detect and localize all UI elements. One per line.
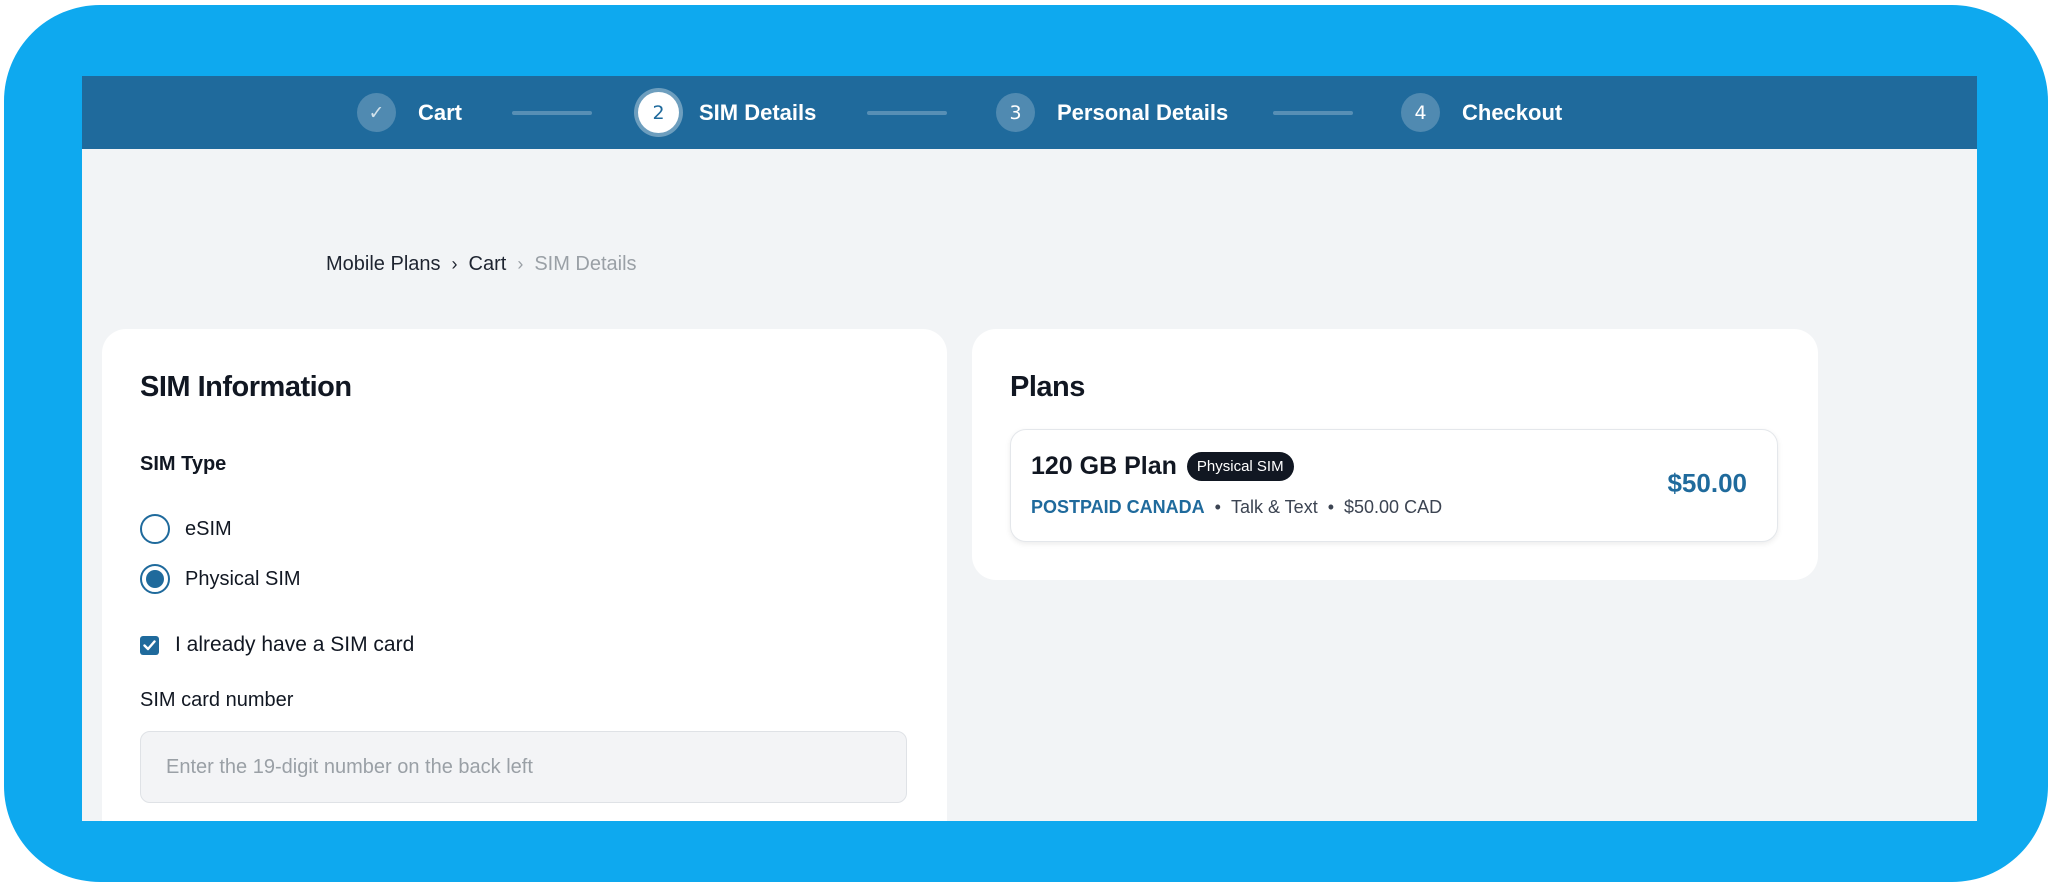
radio-label-esim: eSIM: [185, 517, 232, 540]
step-number-4: 4: [1401, 93, 1440, 132]
plan-name-row: 120 GB Plan Physical SIM: [1031, 452, 1294, 481]
bullet-separator: •: [1214, 497, 1221, 517]
step-sim-details[interactable]: 2 SIM Details: [638, 76, 816, 149]
sim-number-label: SIM card number: [140, 689, 294, 711]
breadcrumb-cart[interactable]: Cart: [469, 253, 507, 276]
step-personal-details[interactable]: 3 Personal Details: [996, 76, 1228, 149]
plan-price: $50.00: [1667, 468, 1747, 498]
step-number-2: 2: [638, 92, 679, 133]
plans-title: Plans: [1010, 371, 1085, 403]
plan-name: 120 GB Plan: [1031, 452, 1177, 480]
sim-information-card: SIM Information SIM Type eSIM Physical S…: [102, 329, 947, 821]
breadcrumb: Mobile Plans › Cart › SIM Details: [326, 253, 637, 276]
checkout-stepper: ✓ Cart 2 SIM Details 3 Personal Details …: [82, 76, 1977, 149]
plan-features: Talk & Text: [1230, 497, 1318, 517]
step-connector: [867, 111, 947, 115]
breadcrumb-mobile-plans[interactable]: Mobile Plans: [326, 253, 441, 276]
checkmark-icon: [143, 639, 156, 650]
plan-item[interactable]: 120 GB Plan Physical SIM POSTPAID CANADA…: [1010, 429, 1778, 542]
device-frame: ✓ Cart 2 SIM Details 3 Personal Details …: [4, 5, 2048, 882]
chevron-right-icon: ›: [517, 254, 524, 274]
breadcrumb-current: SIM Details: [534, 253, 637, 275]
radio-dot-icon: [146, 570, 164, 588]
radio-label-physical-sim: Physical SIM: [185, 567, 301, 590]
chevron-right-icon: ›: [451, 254, 458, 274]
bullet-separator: •: [1327, 497, 1335, 517]
plans-card: Plans 120 GB Plan Physical SIM POSTPAID …: [972, 329, 1818, 580]
sim-information-title: SIM Information: [140, 371, 352, 403]
step-label-sim-details: SIM Details: [699, 99, 817, 125]
plan-meta: POSTPAID CANADA • Talk & Text • $50.00 C…: [1031, 497, 1442, 518]
sim-type-badge: Physical SIM: [1186, 452, 1294, 481]
check-icon: ✓: [357, 93, 396, 132]
radio-button-selected[interactable]: [140, 564, 170, 594]
step-label-personal-details: Personal Details: [1057, 99, 1229, 125]
sim-number-input[interactable]: [140, 731, 907, 803]
radio-option-physical-sim[interactable]: Physical SIM: [140, 564, 301, 594]
radio-option-esim[interactable]: eSIM: [140, 514, 232, 544]
step-checkout[interactable]: 4 Checkout: [1401, 76, 1562, 149]
step-label-cart: Cart: [418, 99, 463, 125]
step-label-checkout: Checkout: [1462, 99, 1563, 125]
step-cart[interactable]: ✓ Cart: [357, 76, 462, 149]
plan-carrier: POSTPAID CANADA: [1031, 497, 1205, 517]
checkbox-checked[interactable]: [140, 635, 159, 655]
app-screen: ✓ Cart 2 SIM Details 3 Personal Details …: [82, 76, 1977, 821]
step-number-3: 3: [996, 93, 1035, 132]
step-connector: [1273, 111, 1353, 115]
plan-price-detail: $50.00 CAD: [1344, 497, 1443, 517]
have-sim-checkbox-row[interactable]: I already have a SIM card: [140, 633, 414, 657]
step-connector: [512, 111, 592, 115]
have-sim-label: I already have a SIM card: [175, 633, 415, 656]
sim-type-label: SIM Type: [140, 453, 227, 475]
radio-button[interactable]: [140, 514, 170, 544]
